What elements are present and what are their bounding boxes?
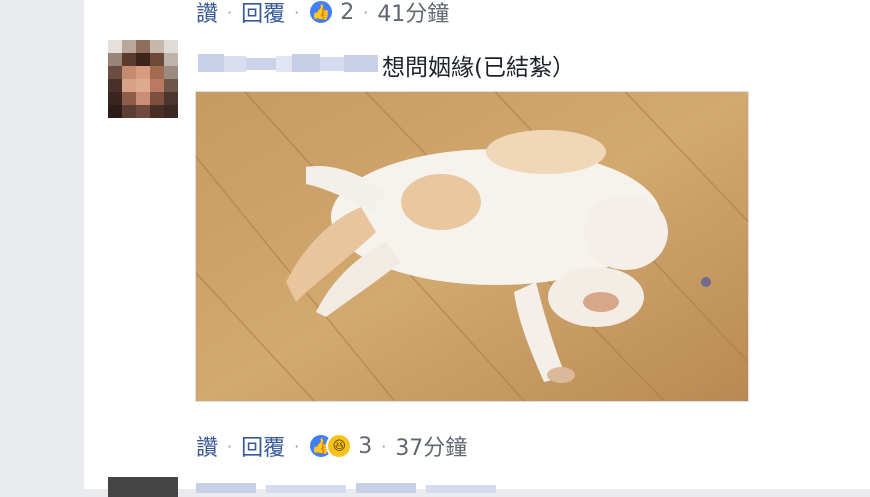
- reaction-count: 2: [340, 0, 355, 25]
- separator-dot: ·: [294, 2, 300, 22]
- left-gutter: [0, 0, 84, 489]
- haha-icon: 😆: [326, 433, 353, 459]
- reaction-count: 3: [358, 433, 373, 459]
- separator-dot: ·: [381, 436, 387, 456]
- like-icon: 👍: [308, 0, 335, 25]
- separator-dot: ·: [363, 2, 369, 22]
- reply-link[interactable]: 回覆: [241, 0, 285, 28]
- like-link[interactable]: 讚: [196, 0, 218, 28]
- reactions-summary[interactable]: 👍 2: [308, 0, 354, 25]
- avatar[interactable]: [108, 40, 178, 118]
- separator-dot: ·: [294, 436, 300, 456]
- separator-dot: ·: [227, 2, 233, 22]
- comment-actions: 讚 · 回覆 · 👍 😆 3 · 37分鐘: [196, 430, 467, 462]
- separator-dot: ·: [227, 436, 233, 456]
- author-name-blurred[interactable]: [196, 478, 506, 493]
- author-name-blurred[interactable]: [196, 48, 380, 78]
- timestamp[interactable]: 41分鐘: [377, 0, 449, 28]
- comment-actions-top: 讚 · 回覆 · 👍 2 · 41分鐘: [196, 0, 449, 28]
- reply-link[interactable]: 回覆: [241, 430, 285, 462]
- comment-photo[interactable]: [195, 91, 749, 402]
- avatar[interactable]: [108, 477, 178, 497]
- reactions-summary[interactable]: 👍 😆 3: [308, 433, 372, 459]
- timestamp[interactable]: 37分鐘: [395, 430, 467, 462]
- comment-text: 想問姻緣(已結紮）: [382, 55, 575, 81]
- like-link[interactable]: 讚: [196, 430, 218, 462]
